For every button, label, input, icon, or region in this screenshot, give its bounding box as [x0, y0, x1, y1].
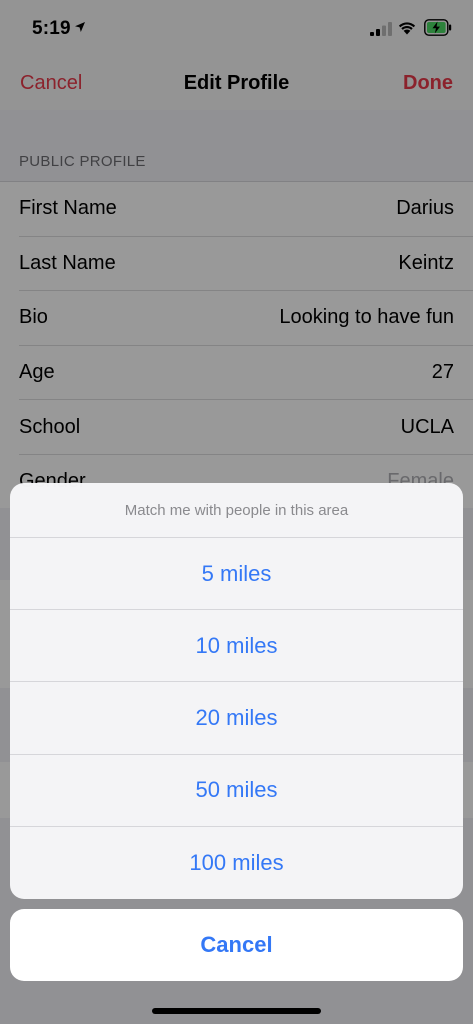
option-10-miles[interactable]: 10 miles [10, 610, 463, 683]
option-100-miles[interactable]: 100 miles [10, 827, 463, 899]
action-sheet-cancel-button[interactable]: Cancel [10, 909, 463, 981]
option-5-miles[interactable]: 5 miles [10, 538, 463, 611]
option-20-miles[interactable]: 20 miles [10, 682, 463, 755]
home-indicator[interactable] [152, 1008, 321, 1014]
action-sheet-title: Match me with people in this area [10, 483, 463, 538]
distance-action-sheet: Match me with people in this area 5 mile… [10, 483, 463, 899]
option-50-miles[interactable]: 50 miles [10, 755, 463, 827]
